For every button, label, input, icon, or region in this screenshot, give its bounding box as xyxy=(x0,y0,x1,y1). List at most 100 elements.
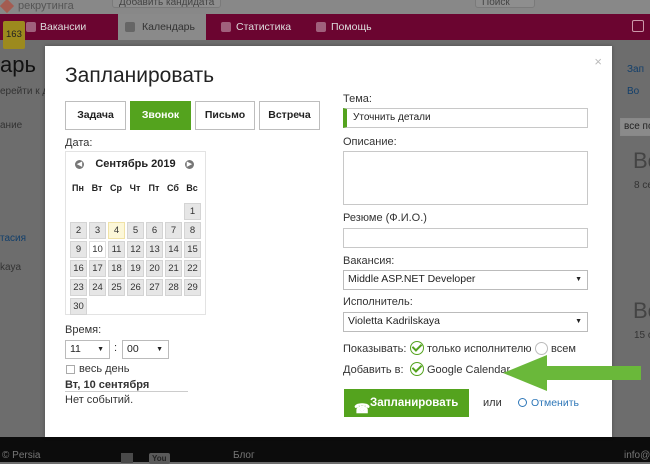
modal-title: Запланировать xyxy=(65,64,215,87)
tab-meeting[interactable]: Встреча xyxy=(259,101,320,130)
calendar-day[interactable]: 27 xyxy=(146,279,163,296)
calendar-day[interactable]: 20 xyxy=(146,260,163,277)
calendar-day[interactable]: 5 xyxy=(127,222,144,239)
show-all-label: всем xyxy=(551,343,576,355)
calendar-day[interactable]: 8 xyxy=(184,222,201,239)
calendar-day[interactable]: 24 xyxy=(89,279,106,296)
google-calendar-checkbox[interactable] xyxy=(410,362,424,376)
right-link-2[interactable]: Во xyxy=(627,86,639,97)
calendar-day[interactable]: 23 xyxy=(70,279,87,296)
close-icon[interactable]: × xyxy=(594,54,602,69)
or-text: или xyxy=(483,397,502,409)
show-all-radio[interactable] xyxy=(535,342,548,355)
calendar-day[interactable]: 11 xyxy=(108,241,125,258)
nav-label: Вакансии xyxy=(40,21,87,33)
top-header: рекрутинга Добавить кандидата Поиск xyxy=(0,0,650,14)
tab-letter[interactable]: Письмо xyxy=(195,101,255,130)
calendar-day[interactable]: 16 xyxy=(70,260,87,277)
calendar-day[interactable]: 21 xyxy=(165,260,182,277)
nav-item-calendar[interactable]: Календарь xyxy=(118,14,206,40)
vacancy-select[interactable]: Middle ASP.NET Developer ▼ xyxy=(343,270,588,290)
nav-item-statistics[interactable]: Статистика xyxy=(218,14,308,40)
schedule-link[interactable]: Зап xyxy=(627,64,644,75)
calendar-day[interactable]: 18 xyxy=(108,260,125,277)
chevron-down-icon: ▼ xyxy=(575,276,582,283)
search-button[interactable]: Поиск xyxy=(475,0,535,8)
next-month-icon[interactable]: ▶ xyxy=(185,160,194,169)
weekday-header: Вс xyxy=(186,183,198,193)
calendar-icon xyxy=(125,22,135,32)
day-header-2: Во xyxy=(633,298,650,323)
calendar-day[interactable]: 29 xyxy=(184,279,201,296)
calendar-day[interactable]: 1 xyxy=(184,203,201,220)
event-name-link[interactable]: тасия xyxy=(0,233,26,244)
calendar-day[interactable]: 3 xyxy=(89,222,106,239)
theme-input[interactable]: Уточнить детали xyxy=(343,108,588,128)
executor-select[interactable]: Violetta Kadrilskaya ▼ xyxy=(343,312,588,332)
calendar-day[interactable]: 15 xyxy=(184,241,201,258)
calendar-day[interactable]: 12 xyxy=(127,241,144,258)
calendar-day[interactable]: 9 xyxy=(70,241,87,258)
calendar-day[interactable]: 19 xyxy=(127,260,144,277)
selected-date: Вт, 10 сентября xyxy=(65,379,188,392)
executor-value: Violetta Kadrilskaya xyxy=(348,315,441,327)
arrow-shape xyxy=(503,355,641,391)
submit-label: Запланировать xyxy=(370,397,459,409)
calendar-day[interactable]: 22 xyxy=(184,260,201,277)
calendar-day[interactable]: 2 xyxy=(70,222,87,239)
add-to-label: Добавить в: xyxy=(343,364,404,376)
show-label: Показывать: xyxy=(343,343,407,355)
day-sub-1: 8 се xyxy=(634,180,650,191)
footer-email[interactable]: info@l xyxy=(624,450,650,461)
description-label: Описание: xyxy=(343,136,397,148)
date-picker: ◀ Сентябрь 2019 ▶ Пн Вт Ср Чт Пт Сб Вс 1 2 3 4 5 6 7 8… xyxy=(65,151,206,315)
settings-icon[interactable] xyxy=(632,20,644,32)
weekday-header: Пн xyxy=(72,183,84,193)
time-separator: : xyxy=(114,342,118,354)
calendar-day[interactable]: 30 xyxy=(70,298,87,315)
tab-call[interactable]: Звонок xyxy=(130,101,191,130)
footer: © Persia You Блог info@l xyxy=(0,437,650,464)
calendar-day[interactable]: 6 xyxy=(146,222,163,239)
theme-label: Тема: xyxy=(343,93,372,105)
calendar-day[interactable]: 14 xyxy=(165,241,182,258)
calendar-day[interactable]: 25 xyxy=(108,279,125,296)
tab-task[interactable]: Задача xyxy=(65,101,126,130)
day-header-1: Во xyxy=(633,148,650,173)
all-day-label: весь день xyxy=(79,363,130,375)
calendar-day[interactable]: 7 xyxy=(165,222,182,239)
time-label: Время: xyxy=(65,324,102,336)
help-icon xyxy=(316,22,326,32)
phone-icon: ☎ xyxy=(354,401,371,416)
logo-text: рекрутинга xyxy=(18,0,74,12)
calendar-day[interactable]: 13 xyxy=(146,241,163,258)
blog-link[interactable]: Блог xyxy=(233,450,255,461)
resume-input[interactable] xyxy=(343,228,588,248)
logo-icon xyxy=(0,0,15,14)
weekday-header: Ср xyxy=(110,183,122,193)
calendar-day[interactable]: 4 xyxy=(108,222,125,239)
youtube-icon[interactable]: You xyxy=(149,453,170,464)
schedule-submit-button[interactable]: ☎ Запланировать xyxy=(344,389,469,417)
filter-select[interactable]: все по xyxy=(620,118,650,136)
nav-label: Календарь xyxy=(142,21,195,33)
minute-value: 00 xyxy=(127,343,139,355)
calendar-day[interactable]: 17 xyxy=(89,260,106,277)
cancel-link[interactable]: Отменить xyxy=(518,397,579,409)
all-day-checkbox[interactable] xyxy=(66,365,75,374)
calendar-day[interactable]: 28 xyxy=(165,279,182,296)
resume-label: Резюме (Ф.И.О.) xyxy=(343,212,427,224)
minute-select[interactable]: 00 ▼ xyxy=(122,340,169,359)
nav-label: Помощь xyxy=(331,21,372,33)
chevron-down-icon: ▼ xyxy=(156,346,163,353)
description-textarea[interactable] xyxy=(343,151,588,205)
show-executor-label: только исполнителю xyxy=(427,343,532,355)
calendar-day[interactable]: 10 xyxy=(89,241,106,258)
add-candidate-button[interactable]: Добавить кандидата xyxy=(112,0,222,8)
hour-value: 11 xyxy=(70,343,81,355)
nav-item-help[interactable]: Помощь xyxy=(313,14,393,40)
show-executor-radio[interactable] xyxy=(410,341,424,355)
nav-item-vacancies[interactable]: 163 Вакансии xyxy=(0,14,100,49)
calendar-day[interactable]: 26 xyxy=(127,279,144,296)
hour-select[interactable]: 11 ▼ xyxy=(65,340,110,359)
